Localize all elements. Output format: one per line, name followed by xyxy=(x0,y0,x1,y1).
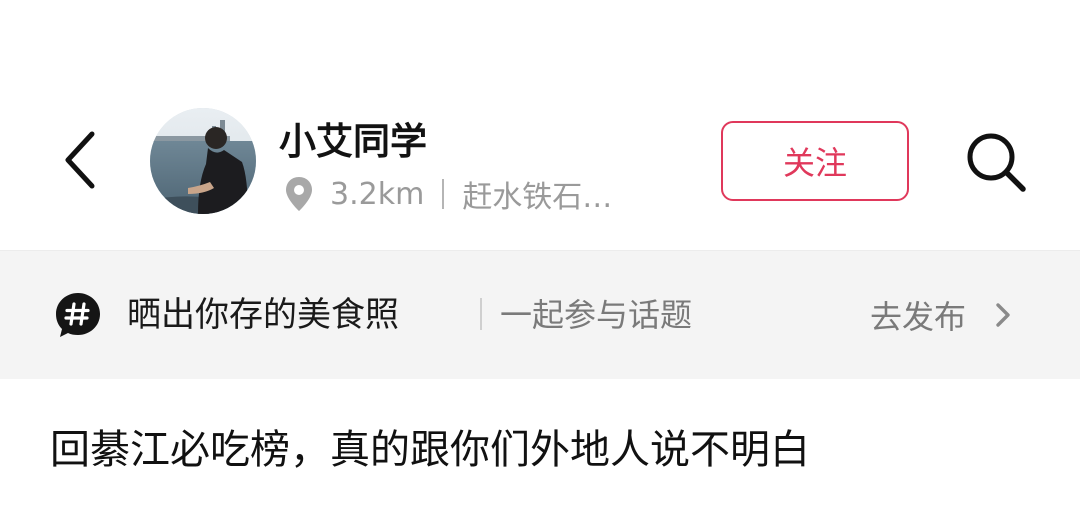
hashtag-bubble-icon xyxy=(54,291,102,339)
topic-divider xyxy=(480,298,482,330)
meta-divider xyxy=(442,179,445,209)
follow-button[interactable]: 关注 xyxy=(721,121,909,201)
location-text: 赶水铁石… xyxy=(462,180,613,215)
chevron-left-icon xyxy=(65,131,95,189)
search-button[interactable] xyxy=(958,124,1034,200)
distance-text: 3.2km xyxy=(330,176,425,212)
back-button[interactable] xyxy=(50,120,110,200)
avatar-photo xyxy=(150,108,256,214)
author-header: 小艾同学 3.2km 赶水铁石… 关注 xyxy=(0,0,1080,250)
author-name[interactable]: 小艾同学 xyxy=(279,118,427,166)
chevron-right-icon xyxy=(994,301,1012,329)
location-meta: 3.2km 赶水铁石… xyxy=(284,170,612,218)
post-title: 回綦江必吃榜，真的跟你们外地人说不明白 xyxy=(50,427,810,473)
topic-subtitle: 一起参与话题 xyxy=(500,296,693,334)
avatar[interactable] xyxy=(150,108,256,214)
location-pin-icon xyxy=(284,174,316,214)
topic-banner[interactable]: 晒出你存的美食照 一起参与话题 去发布 xyxy=(0,250,1080,379)
search-icon xyxy=(967,133,1026,192)
publish-link[interactable]: 去发布 xyxy=(870,287,1012,343)
topic-title: 晒出你存的美食照 xyxy=(127,295,399,335)
publish-label: 去发布 xyxy=(870,298,967,336)
